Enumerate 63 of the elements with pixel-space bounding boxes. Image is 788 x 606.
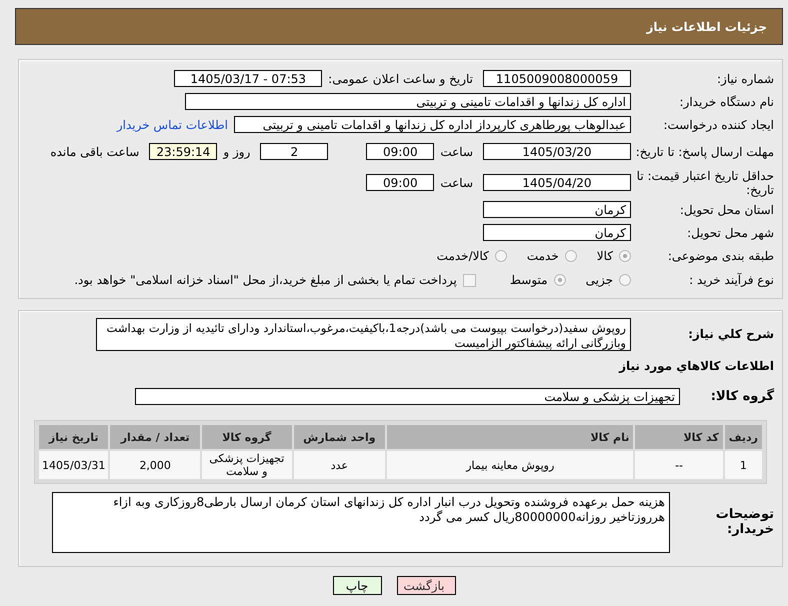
field-label: روز و xyxy=(222,144,252,158)
field-label: استان محل تحویل: xyxy=(678,202,774,216)
field-label: طبقه بندی موضوعی: xyxy=(666,249,774,263)
text-field[interactable]: 23:59:14 xyxy=(149,143,218,160)
contact-link[interactable]: اطلاعات تماس خریدار xyxy=(116,118,228,132)
column-header: واحد شمارش xyxy=(294,425,386,449)
page-title: جزئیات اطلاعات نیاز xyxy=(646,20,767,34)
table-cell: 1 xyxy=(724,451,762,479)
notes-field[interactable]: هزینه حمل برعهده فروشنده وتحویل درب انبار اداره کل زندانهای استان کرمان ارسال بارطی8روزکاری وبه ازاء هرروزتاخیر روزانه80000000ریال کسر می گردد xyxy=(52,492,670,552)
print-button[interactable]: چاپ xyxy=(332,576,382,595)
table-cell: تجهیزات پزشکی و سلامت xyxy=(202,451,292,479)
text-field[interactable]: 09:00 xyxy=(366,143,434,160)
text-field[interactable]: 1105009008000059 xyxy=(483,70,631,87)
table-cell: 1405/03/31 xyxy=(39,451,108,479)
text-field[interactable]: 09:00 xyxy=(366,174,434,191)
table-cell: -- xyxy=(635,451,723,479)
column-header: ردیف xyxy=(724,425,762,449)
field-label: گروه کالا: xyxy=(710,388,774,404)
text-field[interactable]: تجهیزات پزشکی و سلامت xyxy=(135,388,680,404)
field-label: شهر محل تحویل: xyxy=(686,226,774,240)
checkbox[interactable] xyxy=(462,274,476,286)
field-label: ساعت باقی مانده xyxy=(49,144,140,158)
field-label: ساعت xyxy=(439,176,474,190)
field-label: حداقل تاریخ اعتبار قیمت: تا تاریخ: xyxy=(636,168,774,196)
radio-button[interactable] xyxy=(554,274,566,286)
field-label: ایجاد کننده درخواست: xyxy=(662,118,774,132)
section-heading: اطلاعات کالاهاي مورد نياز xyxy=(618,359,775,375)
text-field[interactable]: 1405/04/20 xyxy=(483,174,631,191)
option-label: متوسط xyxy=(510,273,548,287)
table-cell: عدد xyxy=(294,451,386,479)
field-label: شماره نیاز: xyxy=(716,72,774,86)
option-label: جزیی xyxy=(586,273,613,287)
column-header: تعداد / مقدار xyxy=(110,425,200,449)
field-label: نام دستگاه خریدار: xyxy=(678,94,774,108)
checkbox-label: پرداخت تمام یا بخشی از مبلغ خرید،از محل "اسناد خزانه اسلامی" خواهد بود. xyxy=(74,273,457,287)
radio-button[interactable] xyxy=(564,250,577,262)
field-label: مهلت ارسال پاسخ: تا تاریخ: xyxy=(634,144,774,158)
table-cell: 2,000 xyxy=(110,451,200,479)
column-header: نام کالا xyxy=(387,425,634,449)
text-field[interactable]: کرمان xyxy=(483,201,631,218)
field-label: ساعت xyxy=(439,144,474,158)
description-field[interactable]: روپوش سفید(درخواست بپیوست می باشد)درجه1،باکیفیت،مرغوب،استاندارد ودارای تائیدیه از وزارت بهداشت وبازرگانی ارائه پیشفاکتور الزامیست xyxy=(96,318,631,350)
radio-button[interactable] xyxy=(494,250,507,262)
column-header: گروه کالا xyxy=(202,425,292,449)
field-label: نوع فرآیند خرید : xyxy=(688,273,774,287)
column-header: کد کالا xyxy=(635,425,723,449)
column-header: تاریخ نیاز xyxy=(39,425,108,449)
text-field[interactable]: 1405/03/17 - 07:53 xyxy=(174,70,322,87)
option-label: کالا xyxy=(596,249,613,263)
text-field[interactable]: عبدالوهاب پورطاهری کارپرداز اداره کل زندانها و اقدامات تامینی و تربیتی xyxy=(234,116,631,133)
text-field[interactable]: اداره کل زندانها و اقدامات تامینی و تربیتی xyxy=(185,93,631,110)
table-cell: روپوش معاینه بیمار xyxy=(387,451,634,479)
radio-button[interactable] xyxy=(619,274,631,286)
text-field[interactable]: 1405/03/20 xyxy=(483,143,631,160)
option-label: کالا/خدمت xyxy=(436,249,489,263)
text-field[interactable]: 2 xyxy=(260,143,328,160)
field-label: تاریخ و ساعت اعلان عمومی: xyxy=(327,72,474,86)
text-field[interactable]: کرمان xyxy=(483,224,631,241)
option-label: خدمت xyxy=(526,249,559,263)
back-button[interactable]: بازگشت xyxy=(396,576,456,595)
radio-button[interactable] xyxy=(619,250,631,262)
field-label: توضیحات خریدار: xyxy=(714,507,774,537)
field-label: شرح کلي نياز: xyxy=(687,327,774,341)
